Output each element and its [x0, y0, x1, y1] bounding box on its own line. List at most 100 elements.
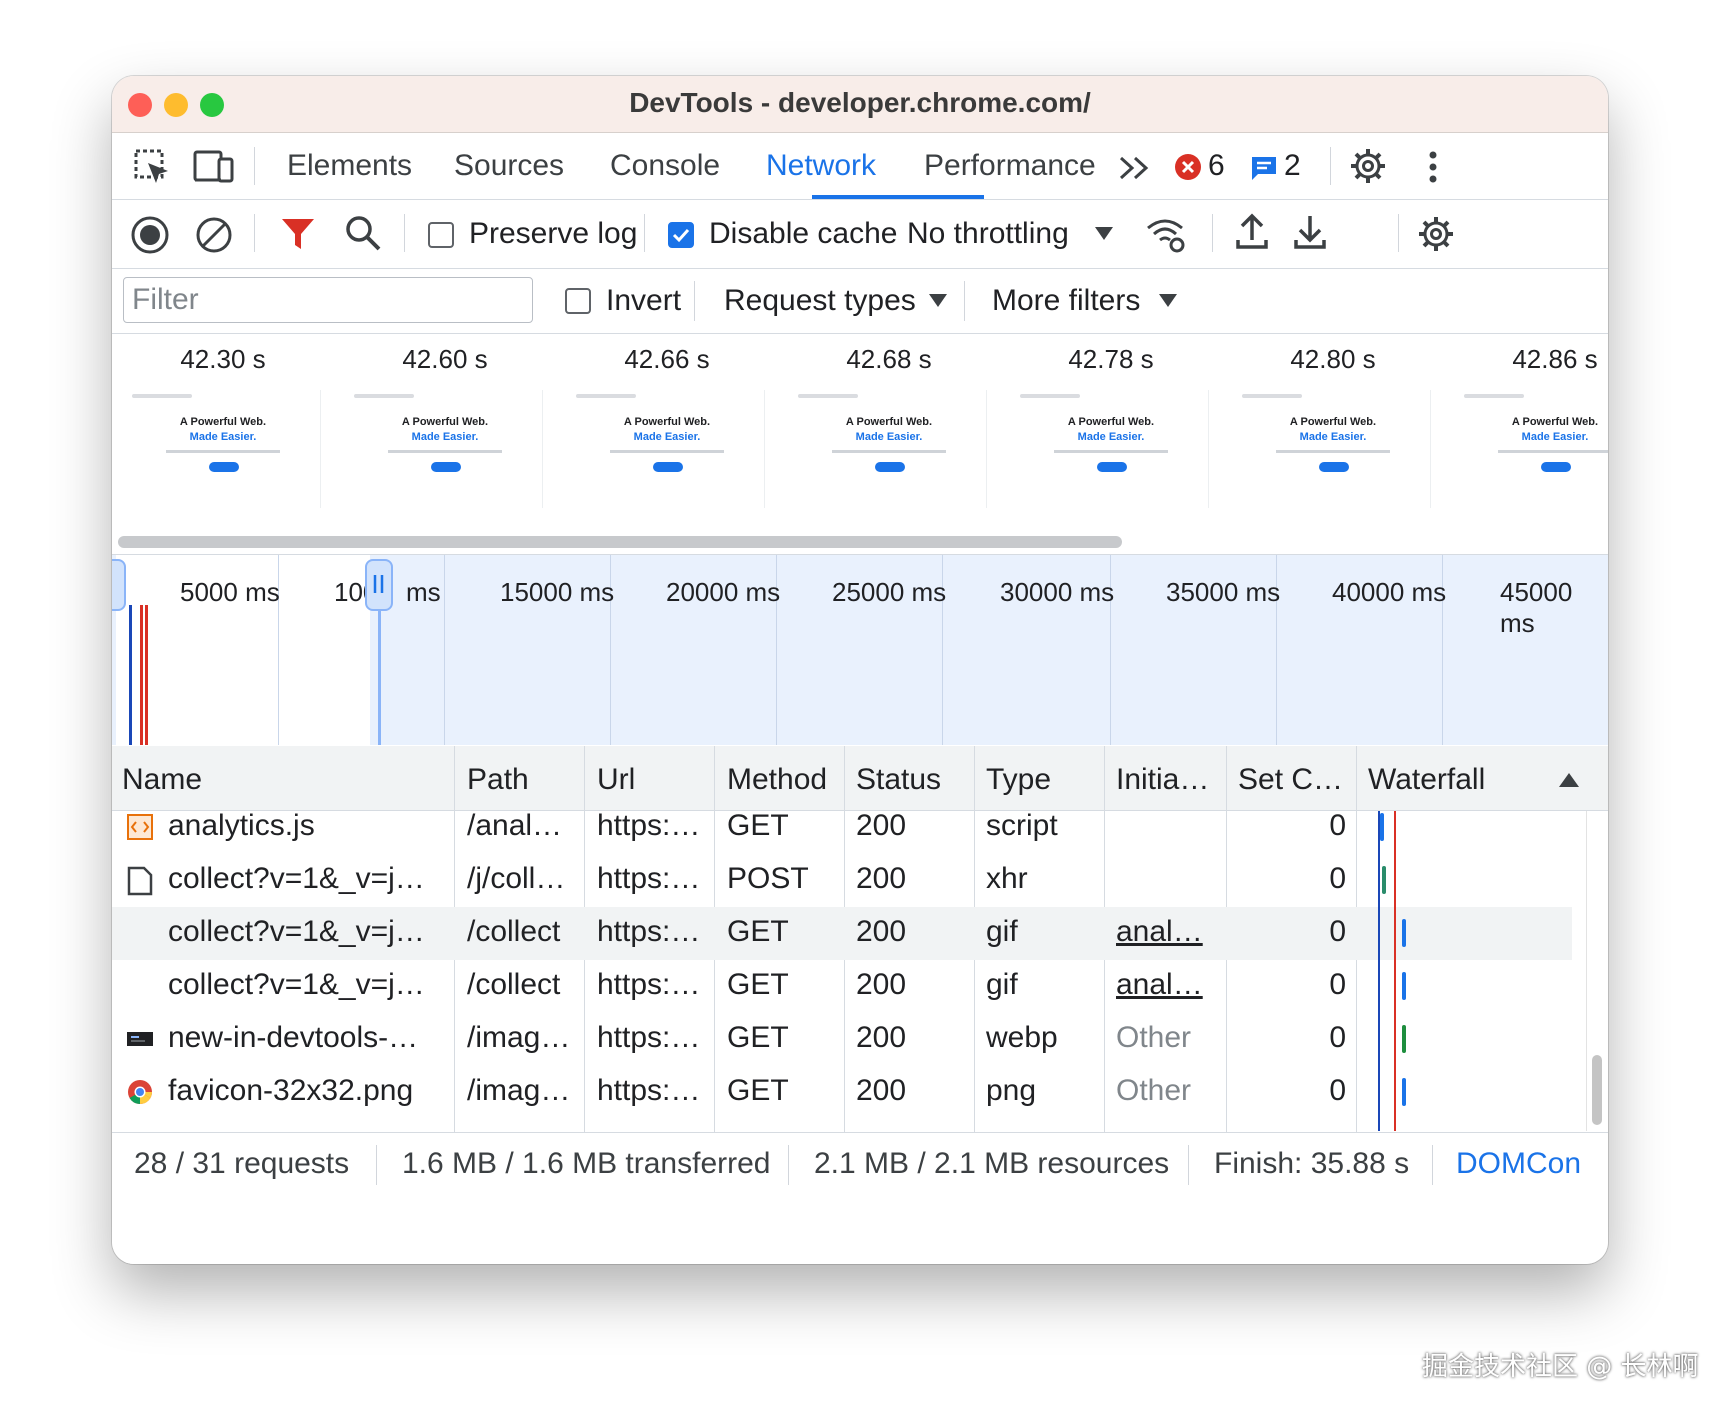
dropdown-arrow-icon[interactable]	[1094, 226, 1114, 242]
filmstrip-frame[interactable]: 42.78 s A Powerful Web. Made Easier.	[1000, 334, 1222, 528]
thumbnail-text-line	[1054, 450, 1168, 453]
filter-input[interactable]	[123, 277, 533, 323]
thumbnail-nav	[132, 394, 192, 398]
network-overview[interactable]: 5000 ms 100 ms 15000 ms 20000 ms 25000 m…	[112, 555, 1608, 745]
column-set-cookies[interactable]: Set C…	[1238, 763, 1343, 797]
sort-ascending-icon[interactable]	[1558, 772, 1580, 788]
tab-network[interactable]: Network	[766, 149, 876, 183]
table-row[interactable]: favicon-32x32.png/imag… https:… GET 200 png O…	[112, 1066, 1572, 1119]
cell-name: collect?v=1&_v=j…	[168, 862, 425, 895]
table-scrollbar-thumb[interactable]	[1592, 1055, 1602, 1125]
cell-status: 200	[856, 1074, 907, 1107]
invert-label[interactable]: Invert	[606, 284, 681, 318]
cell-name: collect?v=1&_v=j…	[168, 915, 425, 948]
filmstrip-frame[interactable]: 42.66 s A Powerful Web. Made Easier.	[556, 334, 778, 528]
inspect-element-icon[interactable]	[132, 147, 172, 187]
clear-icon[interactable]	[194, 215, 234, 255]
column-type[interactable]: Type	[986, 763, 1051, 797]
cell-initiator[interactable]: anal…	[1116, 968, 1222, 1002]
thumbnail-nav	[1464, 394, 1524, 398]
column-path[interactable]: Path	[467, 763, 529, 797]
message-icon[interactable]	[1250, 155, 1278, 181]
throttling-select[interactable]: No throttling	[907, 217, 1069, 251]
cell-initiator[interactable]: anal…	[1116, 915, 1222, 949]
filmstrip-frame[interactable]: 42.30 s A Powerful Web. Made Easier.	[112, 334, 334, 528]
table-row[interactable]: analytics.js/anal… https:… GET 200 script 0	[112, 811, 1572, 854]
disable-cache-checkbox[interactable]	[668, 222, 694, 248]
tab-performance[interactable]: Performance	[924, 149, 1096, 183]
transferred-size: 1.6 MB / 1.6 MB transferred	[402, 1147, 771, 1180]
filmstrip-frame[interactable]: 42.68 s A Powerful Web. Made Easier.	[778, 334, 1000, 528]
status-separator	[1188, 1145, 1189, 1185]
cell-method: GET	[727, 1021, 789, 1054]
filmstrip-frame[interactable]: 42.80 s A Powerful Web. Made Easier.	[1222, 334, 1444, 528]
request-types-arrow-icon[interactable]	[928, 293, 948, 309]
column-status[interactable]: Status	[856, 763, 941, 797]
overview-tick-label: 30000 ms	[1000, 577, 1115, 607]
thumbnail-heading: A Powerful Web.	[1067, 416, 1155, 428]
settings-gear-icon[interactable]	[1348, 146, 1388, 186]
table-row[interactable]: collect?v=1&_v=j… /collect https:… GET 200 gi…	[112, 960, 1572, 1013]
finish-time: Finish: 35.88 s	[1214, 1147, 1410, 1180]
table-row[interactable]: new-in-devtools-… /imag… https:… GET 200 webp…	[112, 1013, 1572, 1066]
table-row[interactable]: collect?v=2&tid=… /g/co… https:… POST 204 pin…	[112, 1119, 1572, 1131]
table-row[interactable]: collect?v=1&_v=j… /j/coll… https:… POST 200 x…	[112, 854, 1572, 907]
selection-edge	[378, 605, 381, 745]
thumbnail-button	[431, 462, 461, 472]
more-options-icon[interactable]	[1426, 147, 1440, 187]
network-conditions-icon[interactable]	[1144, 214, 1188, 254]
disable-cache-label[interactable]: Disable cache	[709, 217, 897, 251]
network-settings-gear-icon[interactable]	[1416, 214, 1456, 254]
cell-setc: 0	[1329, 1074, 1346, 1107]
import-har-icon[interactable]	[1234, 212, 1270, 252]
filmstrip-scrollbar-thumb[interactable]	[118, 536, 1122, 548]
column-waterfall[interactable]: Waterfall	[1368, 763, 1485, 797]
tab-elements[interactable]: Elements	[287, 149, 412, 183]
filmstrip-frame[interactable]: 42.86 s A Powerful Web. Made Easier.	[1444, 334, 1608, 528]
invert-checkbox[interactable]	[565, 288, 591, 314]
more-filters-dropdown[interactable]: More filters	[992, 284, 1140, 318]
export-har-icon[interactable]	[1292, 212, 1328, 252]
column-name[interactable]: Name	[122, 763, 202, 797]
watermark: 掘金技术社区 @ 长林啊	[1422, 1352, 1699, 1382]
table-row[interactable]: collect?v=1&_v=j… /collect https:… GET 200 gi…	[112, 907, 1572, 960]
thumbnail-subheading: Made Easier.	[855, 431, 923, 443]
thumbnail-nav	[354, 394, 414, 398]
filmstrip-scrollbar[interactable]	[112, 528, 1608, 555]
column-method[interactable]: Method	[727, 763, 827, 797]
overview-right-handle[interactable]	[365, 559, 393, 611]
overview-left-handle[interactable]	[112, 559, 126, 611]
cell-status: 204	[856, 1127, 968, 1131]
cell-method: GET	[727, 1074, 789, 1107]
waterfall-bar	[1402, 1025, 1406, 1053]
filmstrip-frame[interactable]: 42.60 s A Powerful Web. Made Easier.	[334, 334, 556, 528]
preserve-log-checkbox[interactable]	[428, 222, 454, 248]
error-count[interactable]: 6	[1208, 149, 1225, 183]
cell-method: GET	[727, 811, 789, 842]
tab-console[interactable]: Console	[610, 149, 720, 183]
checkmark-icon	[672, 228, 690, 243]
frame-thumbnail: A Powerful Web. Made Easier.	[1236, 390, 1431, 508]
device-toolbar-icon[interactable]	[192, 147, 236, 187]
more-filters-arrow-icon[interactable]	[1158, 293, 1178, 309]
request-types-dropdown[interactable]: Request types	[724, 284, 916, 318]
filter-icon[interactable]	[280, 216, 316, 252]
status-separator	[788, 1145, 789, 1185]
record-icon[interactable]	[130, 215, 170, 255]
preserve-log-label[interactable]: Preserve log	[469, 217, 637, 251]
cell-name: analytics.js	[168, 811, 315, 842]
error-icon[interactable]	[1174, 153, 1202, 181]
cell-url: https:…	[597, 1127, 709, 1131]
column-initiator[interactable]: Initia…	[1116, 763, 1209, 797]
frame-thumbnail: A Powerful Web. Made Easier.	[1458, 390, 1608, 508]
tab-sources[interactable]: Sources	[454, 149, 564, 183]
status-bar: 28 / 31 requests 1.6 MB / 1.6 MB transfe…	[112, 1132, 1608, 1264]
thumbnail-button	[875, 462, 905, 472]
search-icon[interactable]	[344, 214, 382, 252]
domcontentloaded-time: DOMCon	[1456, 1147, 1582, 1180]
cell-method: POST	[727, 862, 809, 895]
message-count[interactable]: 2	[1284, 149, 1301, 183]
table-vertical-scrollbar[interactable]	[1586, 811, 1607, 1131]
more-tabs-chevron-icon[interactable]	[1118, 155, 1152, 181]
column-url[interactable]: Url	[597, 763, 635, 797]
